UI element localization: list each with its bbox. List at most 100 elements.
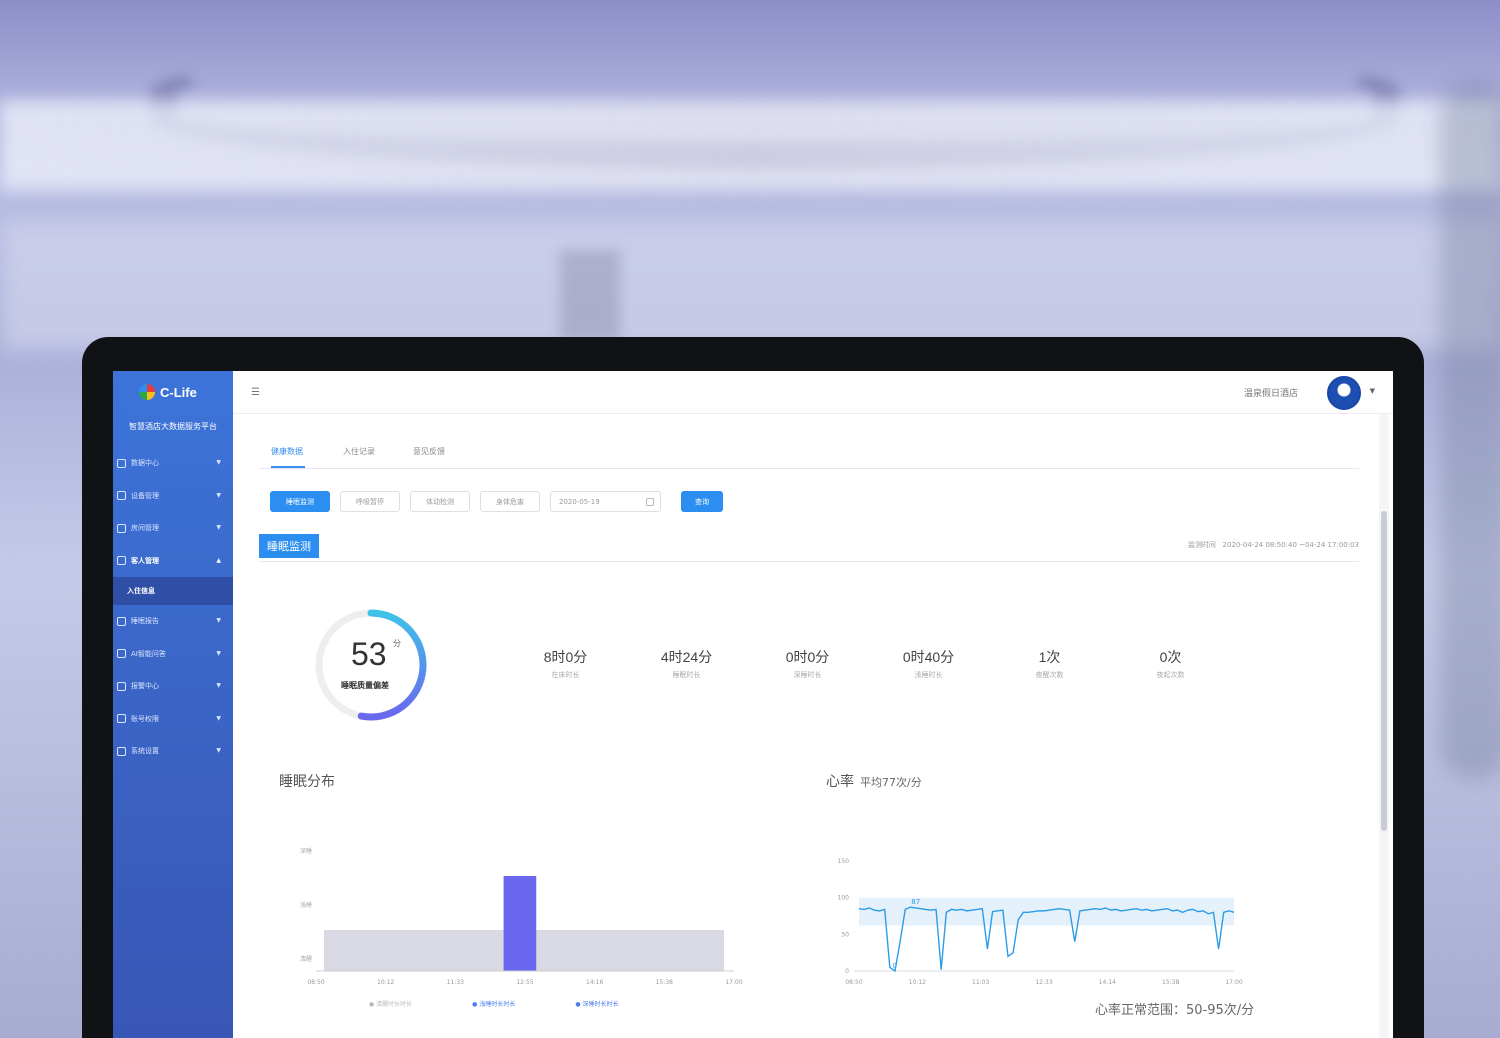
stat-in-bed: 8时0分 在床时长 [505, 647, 626, 680]
stat-value: 4时24分 [660, 649, 713, 665]
sleep-score-label: 睡眠质量偏差 [341, 681, 389, 690]
filter-sleep-button[interactable]: 睡眠监测 [270, 491, 330, 512]
calendar-icon [646, 498, 654, 506]
account-icon [117, 714, 126, 724]
x-tick-label: 14:14 [1099, 979, 1116, 986]
stat-deep-sleep: 0时0分 深睡时长 [747, 647, 868, 680]
menu-toggle-icon[interactable]: ☰ [251, 387, 260, 398]
y-tick-label: 清醒 [300, 955, 312, 963]
top-bar: ☰ 温泉假日酒店 ▼ [233, 371, 1393, 414]
background-figure [560, 250, 620, 340]
sidebar-item-label: 账号权限 [131, 714, 159, 723]
x-tick-label: 14:16 [586, 979, 603, 986]
chevron-down-icon: ▼ [216, 617, 221, 624]
stat-label: 夜起次数 [1156, 671, 1185, 679]
legend-deep-label: 深睡时长时长 [582, 1001, 619, 1008]
y-tick-label: 100 [838, 895, 850, 902]
logo[interactable]: C-Life [139, 381, 197, 403]
tab-health-data[interactable]: 健康数据 [271, 431, 305, 468]
stat-label: 在床时长 [551, 671, 580, 679]
legend-deep[interactable]: ● 深睡时长时长 [575, 999, 618, 1008]
filter-hazard-button[interactable]: 身体危害 [480, 491, 540, 512]
y-tick-label: 50 [841, 931, 849, 938]
sidebar-item[interactable]: 账号权限 ▼ [113, 703, 233, 736]
monitor-time-label: 监测时间 [1187, 541, 1216, 549]
date-input[interactable]: 2020-05-19 [550, 491, 661, 512]
query-button[interactable]: 查询 [681, 491, 723, 512]
report-icon [117, 616, 126, 626]
x-tick-label: 17:00 [725, 979, 742, 986]
clife-logo-icon [139, 384, 155, 400]
sidebar-item[interactable]: 报警中心 ▼ [113, 670, 233, 703]
tab-bar: 健康数据 入住记录 意见反馈 [259, 431, 1359, 469]
chevron-down-icon: ▼ [216, 747, 221, 754]
sidebar-item-label: 房间管理 [131, 524, 159, 533]
logo-text: C-Life [160, 384, 197, 400]
sleep-chart-title: 睡眠分布 [279, 774, 335, 790]
sleep-score-unit: 分 [393, 639, 401, 648]
monitor-time: 监测时间 2020-04-24 08:50:40 ~04-24 17:00:03 [1188, 540, 1359, 550]
sidebar-item[interactable]: AI智能问答 ▼ [113, 638, 233, 671]
stat-value: 8时0分 [543, 649, 588, 665]
x-tick-label: 15:38 [1162, 979, 1179, 986]
y-tick-label: 浅睡 [300, 901, 312, 909]
settings-icon [117, 746, 126, 756]
sleep-chart-legend: ● 清醒时长时长 ● 浅睡时长时长 ● 深睡时长时长 [369, 999, 619, 1008]
stat-getup-count: 0次 夜起次数 [1110, 647, 1231, 680]
sidebar-item[interactable]: 设备管理 ▼ [113, 480, 233, 513]
sidebar-item[interactable]: 数据中心 ▼ [113, 447, 233, 480]
x-tick-label: 11:33 [447, 979, 464, 986]
x-tick-label: 11:03 [972, 979, 989, 986]
chevron-down-icon: ▼ [216, 714, 221, 722]
submenu-checkin-info[interactable]: 入住信息 [113, 577, 233, 605]
chevron-down-icon: ▼ [216, 491, 221, 499]
legend-awake[interactable]: ● 清醒时长时长 [369, 999, 412, 1008]
scrollbar[interactable] [1381, 511, 1387, 831]
sidebar-menu: 数据中心 ▼ 设备管理 ▼ 房间管理 ▼ 客人管理 ▲ 入住信息 睡眠报告 ▼ AI智能问答 ▼ 报警中心… [113, 447, 233, 768]
chevron-down-icon: ▼ [216, 524, 221, 531]
x-tick-label: 08:50 [845, 979, 862, 986]
tab-feedback[interactable]: 意见反馈 [413, 431, 445, 468]
sidebar-item-label: 睡眠报告 [131, 617, 159, 626]
guest-icon [117, 556, 126, 566]
hr-annotation: 0 [893, 962, 897, 970]
app-screen: C-Life 智慧酒店大数据服务平台 数据中心 ▼ 设备管理 ▼ 房间管理 ▼ 客人管理 ▲ 入… [113, 371, 1393, 1038]
y-tick-label: 深睡 [300, 847, 312, 855]
x-tick-label: 10:12 [909, 979, 926, 986]
caret-down-icon[interactable]: ▼ [1370, 387, 1375, 395]
alarm-icon [117, 681, 126, 691]
legend-light[interactable]: ● 浅睡时长时长 [472, 999, 515, 1008]
sidebar-item-label: 系统设置 [131, 747, 159, 756]
sidebar-item[interactable]: 房间管理 ▼ [113, 512, 233, 545]
ai-icon [117, 649, 126, 659]
sidebar: C-Life 智慧酒店大数据服务平台 数据中心 ▼ 设备管理 ▼ 房间管理 ▼ 客人管理 ▲ 入… [113, 371, 233, 1038]
filter-apnea-button[interactable]: 呼吸暂停 [340, 491, 400, 512]
sidebar-item[interactable]: 系统设置 ▼ [113, 735, 233, 768]
filter-bar: 睡眠监测 呼吸暂停 体动检测 身体危害 2020-05-19 查询 [270, 491, 723, 512]
device-icon [117, 491, 126, 501]
stat-value: 1次 [1038, 649, 1061, 665]
sidebar-item-label: 报警中心 [131, 682, 159, 691]
stat-value: 0时0分 [785, 649, 830, 665]
sidebar-item[interactable]: 客人管理 ▲ [113, 545, 233, 578]
filter-movement-button[interactable]: 体动检测 [410, 491, 470, 512]
sleep-segment [503, 876, 537, 971]
y-tick-label: 150 [838, 858, 850, 865]
stat-label: 睡眠时长 [672, 671, 701, 679]
hr-subtitle: 平均77次/分 [860, 776, 922, 789]
avatar[interactable] [1327, 376, 1361, 410]
platform-title: 智慧酒店大数据服务平台 [129, 422, 217, 431]
background-person [1440, 80, 1500, 780]
stat-label: 夜醒次数 [1035, 671, 1064, 679]
dashboard-icon [117, 458, 126, 468]
sidebar-item-label: 客人管理 [131, 556, 159, 565]
x-tick-label: 12:55 [516, 979, 533, 986]
sidebar-item-label: 数据中心 [131, 459, 159, 468]
user-name[interactable]: 温泉假日酒店 [1244, 386, 1298, 399]
sidebar-item[interactable]: 睡眠报告 ▼ [113, 605, 233, 638]
tab-checkin-records[interactable]: 入住记录 [343, 431, 375, 468]
stat-sleep: 4时24分 睡眠时长 [626, 647, 747, 680]
legend-awake-label: 清醒时长时长 [376, 1001, 413, 1008]
chevron-down-icon: ▼ [216, 682, 221, 689]
sleep-distribution-chart: 深睡浅睡清醒 08:50 10:12 11:33 12:55 14:16 15:38 17:0… [300, 847, 743, 986]
